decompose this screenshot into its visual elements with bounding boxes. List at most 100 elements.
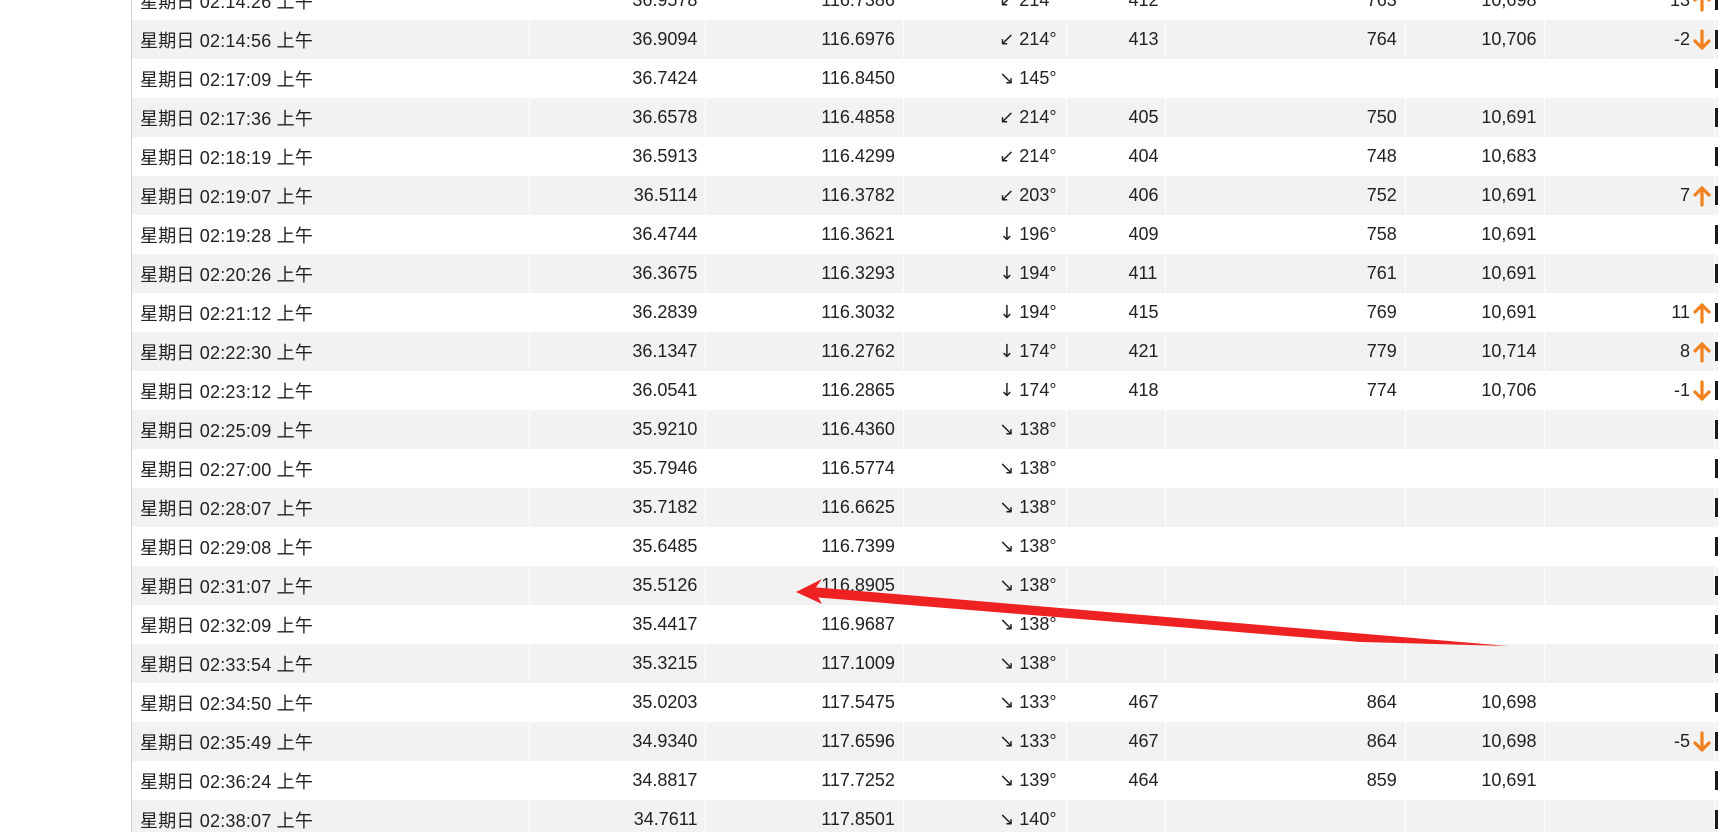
heading-value: 174° (1019, 380, 1057, 400)
longitude-cell: 117.5475 (706, 683, 904, 722)
heading-value: 174° (1019, 341, 1057, 361)
time-cell: 星期日 02:22:30 上午 (132, 332, 530, 371)
table-row[interactable]: 星期日 02:29:08 上午 35.6485 116.7399 ↘ 138° (132, 527, 1718, 566)
table-row[interactable]: 星期日 02:17:36 上午 36.6578 116.4858 ↙ 214° 405 75… (132, 98, 1718, 137)
table-row[interactable]: 星期日 02:18:19 上午 36.5913 116.4299 ↙ 214° 404 74… (132, 137, 1718, 176)
heading-cell: ↘ 133° (904, 722, 1067, 761)
heading-cell: ↓ 194° (904, 254, 1067, 293)
speed-kmh-cell: 859 (1166, 761, 1406, 800)
table-row[interactable]: 星期日 02:27:00 上午 35.7946 116.5774 ↘ 138° (132, 449, 1718, 488)
longitude-cell: 116.8450 (706, 59, 904, 98)
heading-value: 138° (1019, 458, 1057, 478)
heading-cell: ↘ 138° (904, 605, 1067, 644)
speed-cell (1067, 449, 1167, 488)
heading-arrow-icon: ↓ (999, 380, 1015, 401)
altitude-change-cell: 8 (1545, 332, 1716, 371)
heading-arrow-icon: ↘ (999, 770, 1015, 791)
heading-cell: ↙ 203° (904, 176, 1067, 215)
time-cell: 星期日 02:20:26 上午 (132, 254, 530, 293)
time-cell: 星期日 02:25:09 上午 (132, 410, 530, 449)
speed-cell: 404 (1067, 137, 1167, 176)
time-cell: 星期日 02:17:36 上午 (132, 98, 530, 137)
latitude-cell: 35.7182 (530, 488, 707, 527)
table-row[interactable]: 星期日 02:19:07 上午 36.5114 116.3782 ↙ 203° 406 75… (132, 176, 1718, 215)
speed-cell: 412 (1067, 0, 1167, 20)
heading-cell: ↓ 196° (904, 215, 1067, 254)
table-row[interactable]: 星期日 02:14:26 上午 36.9578 116.7386 ↙ 214° 412 76… (132, 0, 1718, 20)
table-row[interactable]: 星期日 02:22:30 上午 36.1347 116.2762 ↓ 174° 421 77… (132, 332, 1718, 371)
speed-kmh-cell (1166, 410, 1406, 449)
latitude-cell: 36.1347 (530, 332, 707, 371)
heading-arrow-icon: ↘ (999, 458, 1015, 479)
time-cell: 星期日 02:32:09 上午 (132, 605, 530, 644)
latitude-cell: 35.3215 (530, 644, 707, 683)
time-cell: 星期日 02:19:28 上午 (132, 215, 530, 254)
speed-kmh-cell (1166, 527, 1406, 566)
table-row[interactable]: 星期日 02:14:56 上午 36.9094 116.6976 ↙ 214° 413 76… (132, 20, 1718, 59)
altitude-cell: 10,683 (1406, 137, 1546, 176)
speed-kmh-cell (1166, 605, 1406, 644)
table-row[interactable]: 星期日 02:32:09 上午 35.4417 116.9687 ↘ 138° (132, 605, 1718, 644)
latitude-cell: 35.5126 (530, 566, 707, 605)
heading-cell: ↓ 194° (904, 293, 1067, 332)
latitude-cell: 34.7611 (530, 800, 707, 832)
table-row[interactable]: 星期日 02:36:24 上午 34.8817 117.7252 ↘ 139° 464 85… (132, 761, 1718, 800)
arrow-down-icon (1693, 379, 1711, 401)
table-row[interactable]: 星期日 02:20:26 上午 36.3675 116.3293 ↓ 194° 411 76… (132, 254, 1718, 293)
latitude-cell: 36.2839 (530, 293, 707, 332)
longitude-cell: 116.7386 (706, 0, 904, 20)
arrow-down-icon (1693, 730, 1711, 752)
speed-kmh-cell (1166, 800, 1406, 832)
time-cell: 星期日 02:31:07 上午 (132, 566, 530, 605)
altitude-change-cell: 13 (1545, 0, 1716, 20)
table-row[interactable]: 星期日 02:31:07 上午 35.5126 116.8905 ↘ 138° (132, 566, 1718, 605)
altitude-cell (1406, 644, 1546, 683)
table-row[interactable]: 星期日 02:19:28 上午 36.4744 116.3621 ↓ 196° 409 75… (132, 215, 1718, 254)
time-cell: 星期日 02:21:12 上午 (132, 293, 530, 332)
altitude-change-value: 8 (1680, 341, 1691, 361)
heading-cell: ↘ 140° (904, 800, 1067, 832)
latitude-cell: 36.4744 (530, 215, 707, 254)
heading-value: 196° (1019, 224, 1057, 244)
heading-value: 214° (1019, 107, 1057, 127)
longitude-cell: 116.4299 (706, 137, 904, 176)
table-row[interactable]: 星期日 02:34:50 上午 35.0203 117.5475 ↘ 133° 467 86… (132, 683, 1718, 722)
table-row[interactable]: 星期日 02:25:09 上午 35.9210 116.4360 ↘ 138° (132, 410, 1718, 449)
latitude-cell: 35.9210 (530, 410, 707, 449)
longitude-cell: 116.6625 (706, 488, 904, 527)
table-row[interactable]: 星期日 02:17:09 上午 36.7424 116.8450 ↘ 145° (132, 59, 1718, 98)
altitude-change-cell: -1 (1545, 371, 1716, 410)
speed-cell (1067, 566, 1167, 605)
heading-value: 133° (1019, 692, 1057, 712)
table-row[interactable]: 星期日 02:23:12 上午 36.0541 116.2865 ↓ 174° 418 77… (132, 371, 1718, 410)
heading-cell: ↓ 174° (904, 332, 1067, 371)
altitude-cell (1406, 449, 1546, 488)
speed-cell: 415 (1067, 293, 1167, 332)
longitude-cell: 116.4360 (706, 410, 904, 449)
time-cell: 星期日 02:23:12 上午 (132, 371, 530, 410)
altitude-change-cell (1545, 605, 1716, 644)
latitude-cell: 35.6485 (530, 527, 707, 566)
latitude-cell: 34.8817 (530, 761, 707, 800)
altitude-cell (1406, 800, 1546, 832)
arrow-up-icon (1693, 0, 1711, 12)
heading-cell: ↘ 138° (904, 449, 1067, 488)
longitude-cell: 116.6976 (706, 20, 904, 59)
time-cell: 星期日 02:29:08 上午 (132, 527, 530, 566)
heading-value: 138° (1019, 536, 1057, 556)
altitude-change-cell (1545, 137, 1716, 176)
table-row[interactable]: 星期日 02:28:07 上午 35.7182 116.6625 ↘ 138° (132, 488, 1718, 527)
altitude-cell (1406, 59, 1546, 98)
speed-kmh-cell: 758 (1166, 215, 1406, 254)
table-row[interactable]: 星期日 02:38:07 上午 34.7611 117.8501 ↘ 140° (132, 800, 1718, 832)
altitude-change-cell: -5 (1545, 722, 1716, 761)
time-cell: 星期日 02:17:09 上午 (132, 59, 530, 98)
speed-cell: 418 (1067, 371, 1167, 410)
time-cell: 星期日 02:36:24 上午 (132, 761, 530, 800)
speed-cell: 467 (1067, 683, 1167, 722)
table-row[interactable]: 星期日 02:21:12 上午 36.2839 116.3032 ↓ 194° 415 76… (132, 293, 1718, 332)
table-row[interactable]: 星期日 02:33:54 上午 35.3215 117.1009 ↘ 138° (132, 644, 1718, 683)
table-row[interactable]: 星期日 02:35:49 上午 34.9340 117.6596 ↘ 133° 467 86… (132, 722, 1718, 761)
heading-value: 138° (1019, 575, 1057, 595)
heading-cell: ↘ 138° (904, 527, 1067, 566)
